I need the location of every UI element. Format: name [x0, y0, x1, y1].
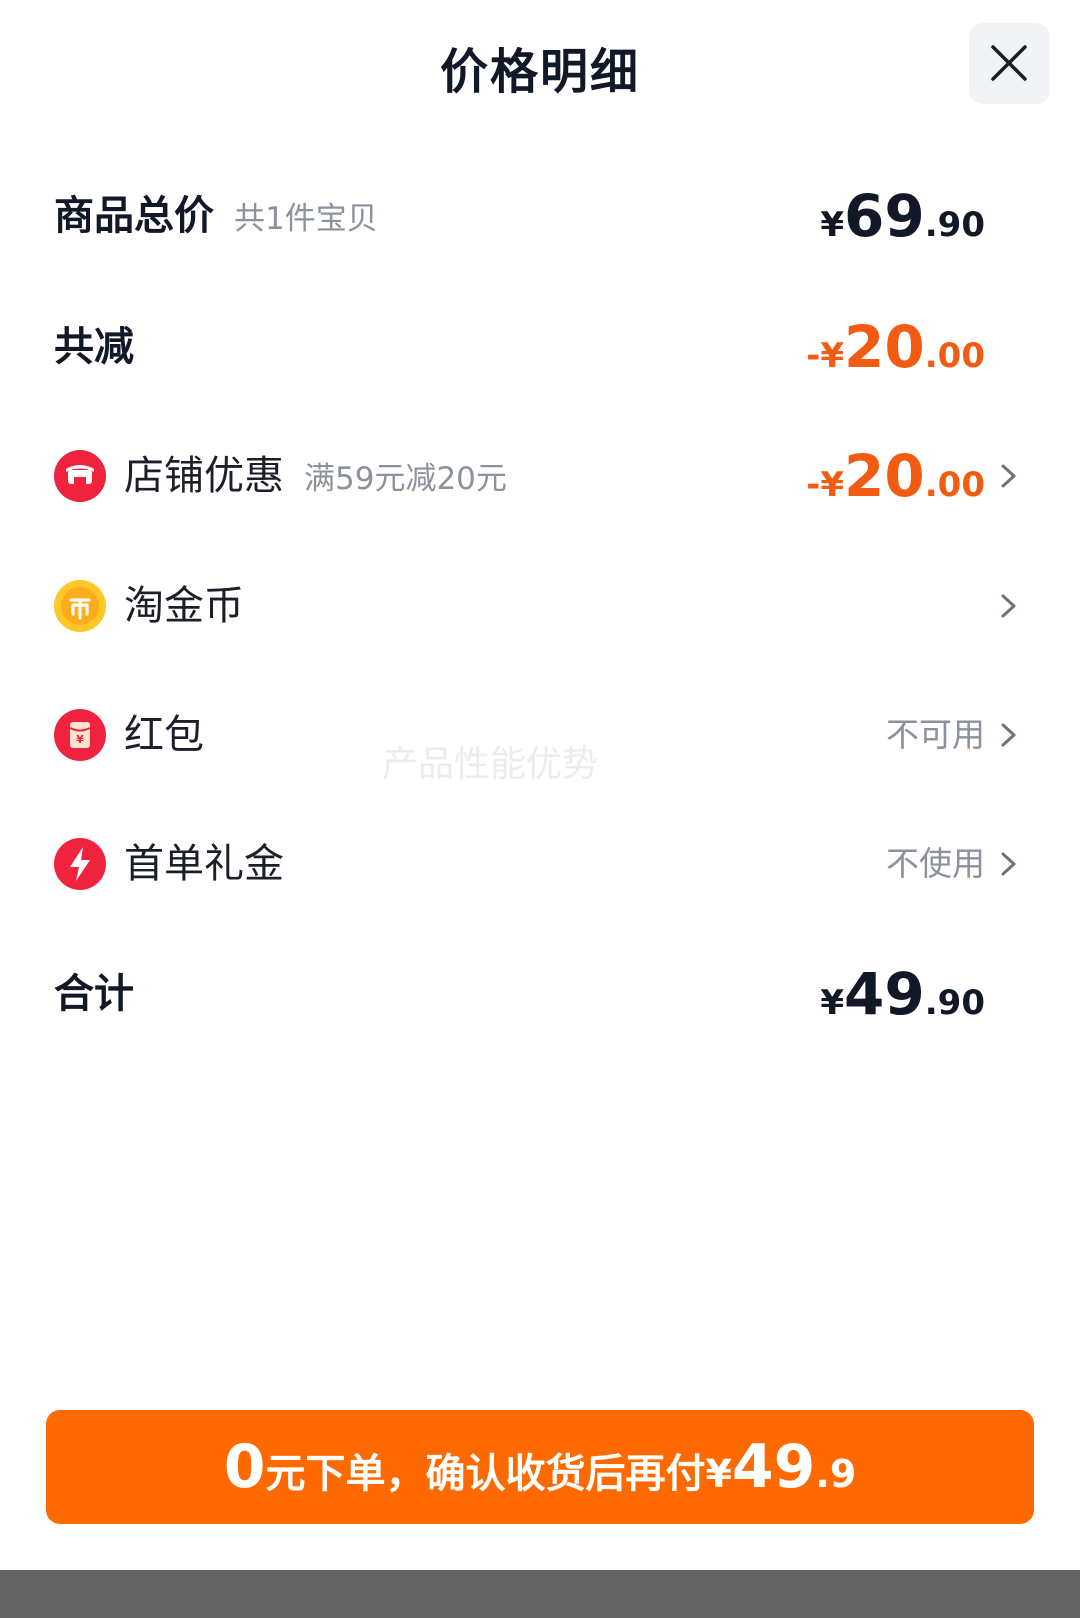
- coin-icon: [54, 580, 106, 632]
- chevron-right-icon: [1001, 594, 1016, 618]
- system-navigation-bar: [0, 1570, 1080, 1618]
- gold-coins-label: 淘金币: [124, 583, 244, 629]
- store-icon: [54, 450, 106, 502]
- close-icon: [991, 45, 1027, 81]
- total-discount-label: 共减: [54, 324, 134, 370]
- red-packet-icon: ¥: [54, 709, 106, 761]
- lightning-icon: [54, 838, 106, 890]
- place-order-button[interactable]: 0元下单，确认收货后再付¥49.9: [46, 1410, 1034, 1524]
- price-detail-sheet: 价格明细 商品总价 共1件宝贝 ¥69.90 共减 -¥20.00 店铺优惠 满59…: [0, 0, 1080, 1618]
- shop-discount-amount: -¥20.00: [806, 442, 985, 510]
- item-count: 共1件宝贝: [234, 201, 378, 237]
- total-discount-amount: -¥20.00: [806, 313, 985, 381]
- watermark: 产品性能优势: [382, 744, 599, 785]
- close-button[interactable]: [969, 23, 1050, 104]
- red-packet-label: 红包: [124, 712, 204, 758]
- row-first-order-gift[interactable]: 首单礼金 不使用: [0, 824, 1080, 904]
- row-gold-coins[interactable]: 淘金币: [0, 566, 1080, 646]
- sum-label: 合计: [54, 971, 134, 1017]
- total-goods-amount: ¥69.90: [820, 182, 985, 250]
- row-total-goods: 商品总价 共1件宝贝 ¥69.90: [0, 176, 1080, 256]
- first-order-gift-status: 不使用: [886, 844, 985, 883]
- first-order-gift-label: 首单礼金: [124, 841, 284, 887]
- chevron-right-icon: [1001, 852, 1016, 876]
- chevron-right-icon: [1001, 464, 1016, 488]
- shop-discount-rule: 满59元减20元: [304, 461, 507, 497]
- red-packet-status: 不可用: [886, 715, 985, 754]
- chevron-right-icon: [1001, 723, 1016, 747]
- svg-text:¥: ¥: [76, 733, 84, 746]
- row-shop-discount[interactable]: 店铺优惠 满59元减20元 -¥20.00: [0, 436, 1080, 516]
- total-goods-label: 商品总价: [54, 193, 214, 239]
- row-total-discount: 共减 -¥20.00: [0, 307, 1080, 387]
- page-title: 价格明细: [439, 44, 640, 100]
- shop-discount-label: 店铺优惠: [124, 453, 284, 499]
- sum-amount: ¥49.90: [820, 960, 985, 1028]
- row-sum: 合计 ¥49.90: [0, 954, 1080, 1034]
